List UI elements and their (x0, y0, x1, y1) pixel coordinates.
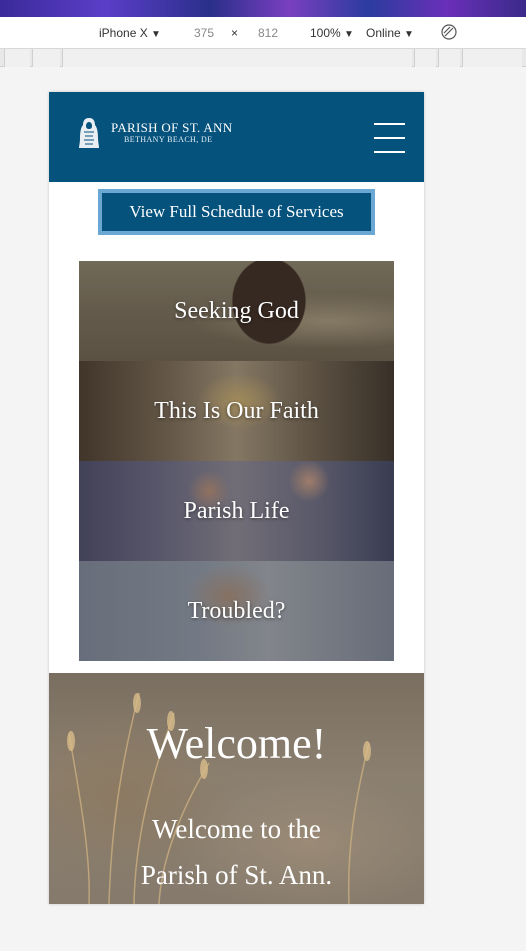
rotate-device-icon[interactable] (441, 24, 457, 40)
welcome-section: Welcome! Welcome to the Parish of St. An… (49, 673, 424, 904)
ruler-segment (62, 49, 412, 67)
device-select[interactable]: iPhone X ▼ (99, 26, 161, 40)
site-subtitle: BETHANY BEACH, DE (124, 135, 213, 144)
chevron-down-icon: ▼ (344, 29, 354, 40)
browser-top-strip (0, 0, 526, 17)
ruler-segment (462, 49, 522, 67)
st-ann-statue-icon[interactable] (77, 116, 101, 150)
site-title[interactable]: PARISH OF ST. ANN (111, 120, 232, 136)
height-input[interactable]: 812 (258, 26, 278, 40)
welcome-line: Welcome to the (152, 814, 321, 844)
network-select[interactable]: Online ▼ (366, 26, 414, 40)
ruler-segment (438, 49, 460, 67)
mobile-viewport: PARISH OF ST. ANN BETHANY BEACH, DE View… (49, 92, 424, 904)
zoom-value: 100% (310, 26, 341, 40)
menu-bar (374, 123, 405, 125)
ruler-segment (414, 49, 436, 67)
tile-parish-life[interactable]: Parish Life (79, 461, 394, 561)
dimension-separator: × (231, 26, 239, 40)
ruler-segment (32, 49, 60, 67)
network-value: Online (366, 26, 401, 40)
width-input[interactable]: 375 (194, 26, 214, 40)
tile-troubled[interactable]: Troubled? (79, 561, 394, 661)
ruler-segment (4, 49, 30, 67)
tile-label: This Is Our Faith (154, 397, 319, 424)
view-schedule-button[interactable]: View Full Schedule of Services (98, 189, 375, 235)
tile-seeking-god[interactable]: Seeking God (79, 261, 394, 361)
site-header: PARISH OF ST. ANN BETHANY BEACH, DE (49, 92, 424, 182)
menu-bar (374, 137, 405, 139)
device-name: iPhone X (99, 26, 148, 40)
chevron-down-icon: ▼ (151, 29, 161, 40)
welcome-heading: Welcome! (146, 719, 327, 768)
welcome-line: Parish of St. Ann. (140, 860, 333, 890)
zoom-select[interactable]: 100% ▼ (310, 26, 354, 40)
menu-bar (374, 151, 405, 153)
chevron-down-icon: ▼ (404, 29, 414, 40)
tile-label: Parish Life (183, 497, 290, 524)
viewport-ruler (0, 49, 526, 67)
hamburger-menu-icon[interactable] (374, 123, 405, 153)
welcome-text: Welcome to the Parish of St. Ann. (49, 806, 424, 898)
tile-label: Troubled? (187, 597, 286, 624)
tile-label: Seeking God (174, 297, 299, 324)
tile-our-faith[interactable]: This Is Our Faith (79, 361, 394, 461)
